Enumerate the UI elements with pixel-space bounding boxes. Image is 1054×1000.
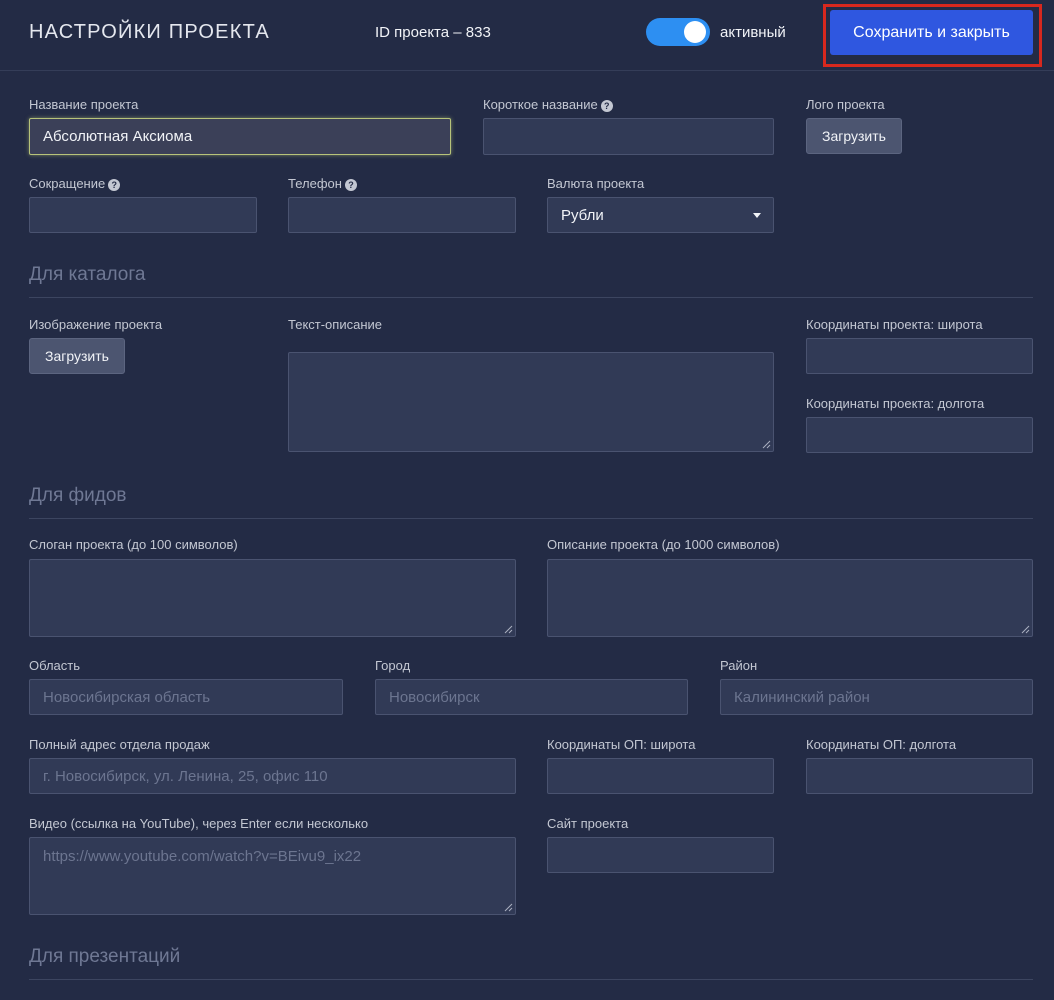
feeds-section-title: Для фидов bbox=[29, 485, 127, 506]
divider bbox=[29, 297, 1033, 298]
feed-description-textarea[interactable] bbox=[547, 559, 1033, 637]
project-image-upload-button[interactable]: Загрузить bbox=[29, 338, 125, 374]
abbreviation-label: Сокращение? bbox=[29, 176, 121, 191]
project-name-input[interactable]: Абсолютная Аксиома bbox=[29, 118, 451, 155]
site-input[interactable] bbox=[547, 837, 774, 873]
header: НАСТРОЙКИ ПРОЕКТА ID проекта – 833 актив… bbox=[0, 0, 1054, 71]
city-label: Город bbox=[375, 658, 411, 673]
toggle-knob bbox=[684, 21, 706, 43]
resize-grip-icon[interactable] bbox=[762, 440, 771, 449]
project-lat-input[interactable] bbox=[806, 338, 1033, 374]
project-settings-page: НАСТРОЙКИ ПРОЕКТА ID проекта – 833 актив… bbox=[0, 0, 1054, 1000]
project-id: ID проекта – 833 bbox=[375, 24, 491, 41]
chevron-down-icon bbox=[753, 213, 761, 218]
project-image-label: Изображение проекта bbox=[29, 317, 163, 332]
save-and-close-button[interactable]: Сохранить и закрыть bbox=[830, 10, 1033, 55]
project-lng-input[interactable] bbox=[806, 417, 1033, 453]
divider bbox=[29, 979, 1033, 980]
project-lat-label: Координаты проекта: широта bbox=[806, 317, 983, 332]
city-input[interactable]: Новосибирск bbox=[375, 679, 688, 715]
logo-upload-button[interactable]: Загрузить bbox=[806, 118, 902, 154]
phone-input[interactable] bbox=[288, 197, 516, 233]
op-lng-input[interactable] bbox=[806, 758, 1033, 794]
short-name-label-text: Короткое название bbox=[483, 97, 598, 112]
district-input[interactable]: Калининский район bbox=[720, 679, 1033, 715]
catalog-section-title: Для каталога bbox=[29, 264, 146, 285]
sales-address-input[interactable]: г. Новосибирск, ул. Ленина, 25, офис 110 bbox=[29, 758, 516, 794]
video-placeholder: https://www.youtube.com/watch?v=BEivu9_i… bbox=[43, 848, 362, 865]
active-toggle-label: активный bbox=[720, 24, 786, 41]
presentations-section-title: Для презентаций bbox=[29, 946, 181, 967]
video-textarea[interactable]: https://www.youtube.com/watch?v=BEivu9_i… bbox=[29, 837, 516, 915]
region-input[interactable]: Новосибирская область bbox=[29, 679, 343, 715]
project-lng-label: Координаты проекта: долгота bbox=[806, 396, 985, 411]
slogan-label: Слоган проекта (до 100 символов) bbox=[29, 537, 238, 552]
region-label: Область bbox=[29, 658, 81, 673]
abbreviation-input[interactable] bbox=[29, 197, 257, 233]
logo-label: Лого проекта bbox=[806, 97, 885, 112]
project-name-label: Название проекта bbox=[29, 97, 139, 112]
slogan-textarea[interactable] bbox=[29, 559, 516, 637]
help-icon[interactable]: ? bbox=[600, 100, 613, 112]
resize-grip-icon[interactable] bbox=[1021, 625, 1030, 634]
resize-grip-icon[interactable] bbox=[504, 903, 513, 912]
currency-select[interactable]: Рубли bbox=[547, 197, 774, 233]
active-toggle[interactable] bbox=[646, 18, 710, 46]
phone-label: Телефон? bbox=[288, 176, 357, 191]
sales-address-label: Полный адрес отдела продаж bbox=[29, 737, 210, 752]
phone-label-text: Телефон bbox=[288, 176, 342, 191]
help-icon[interactable]: ? bbox=[108, 179, 121, 191]
feed-description-label: Описание проекта (до 1000 символов) bbox=[547, 537, 780, 552]
short-name-input[interactable] bbox=[483, 118, 774, 155]
currency-label: Валюта проекта bbox=[547, 176, 645, 191]
district-label: Район bbox=[720, 658, 758, 673]
resize-grip-icon[interactable] bbox=[504, 625, 513, 634]
divider bbox=[29, 518, 1033, 519]
op-lng-label: Координаты ОП: долгота bbox=[806, 737, 957, 752]
short-name-label: Короткое название? bbox=[483, 97, 613, 112]
help-icon[interactable]: ? bbox=[344, 179, 357, 191]
op-lat-label: Координаты ОП: широта bbox=[547, 737, 696, 752]
text-description-label: Текст-описание bbox=[288, 317, 382, 332]
op-lat-input[interactable] bbox=[547, 758, 774, 794]
text-description-textarea[interactable] bbox=[288, 352, 774, 452]
site-label: Сайт проекта bbox=[547, 816, 629, 831]
currency-value: Рубли bbox=[561, 206, 604, 224]
abbreviation-label-text: Сокращение bbox=[29, 176, 106, 191]
video-label: Видео (ссылка на YouTube), через Enter е… bbox=[29, 816, 369, 831]
page-title: НАСТРОЙКИ ПРОЕКТА bbox=[29, 21, 270, 43]
